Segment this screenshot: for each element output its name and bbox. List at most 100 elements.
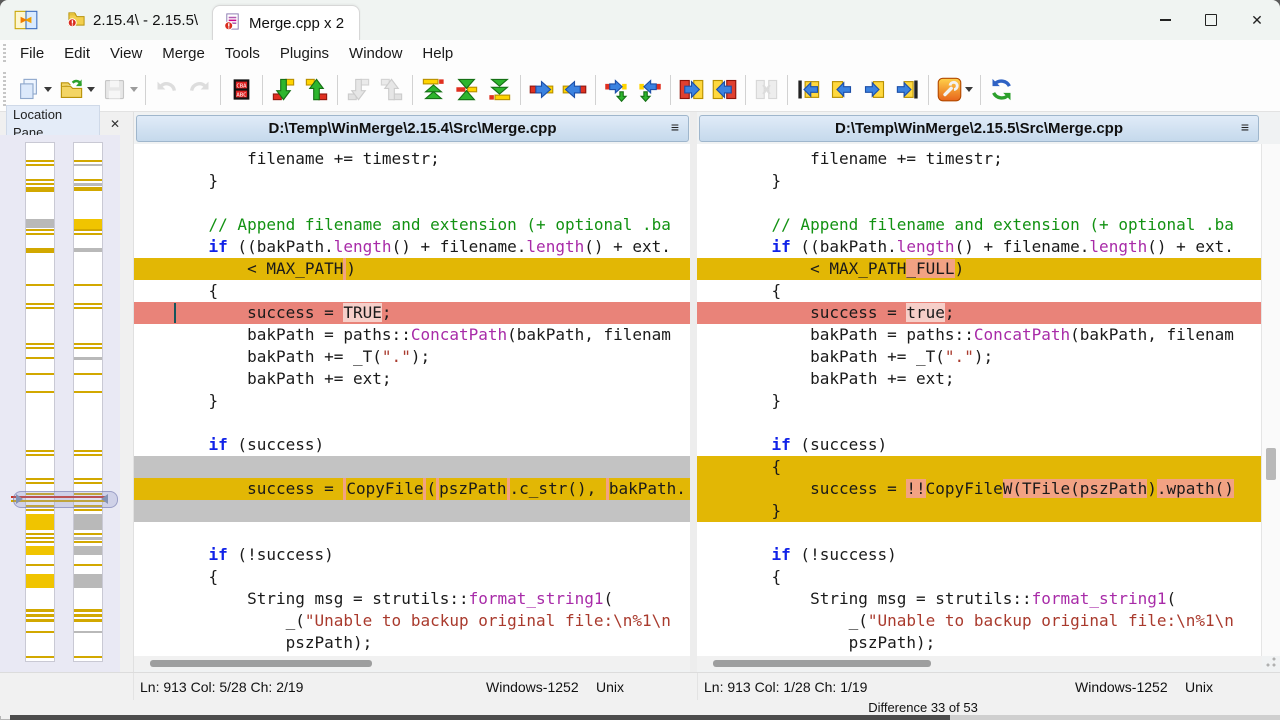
pane-splitter[interactable]: [690, 112, 697, 672]
code-line[interactable]: bakPath += _T(".");: [134, 346, 691, 368]
code-line[interactable]: [134, 192, 691, 214]
code-line[interactable]: pszPath);: [134, 632, 691, 654]
codepage-button[interactable]: CBAABC: [225, 72, 258, 108]
dropdown-arrow-icon[interactable]: [44, 87, 52, 92]
tab-file-compare[interactable]: Merge.cpp x 2: [212, 5, 360, 41]
right-code-area[interactable]: filename += timestr; } // Append filenam…: [697, 144, 1262, 656]
code-line[interactable]: < MAX_PATH): [134, 258, 691, 280]
options-button[interactable]: [933, 72, 976, 108]
right-pane-header[interactable]: D:\Temp\WinMerge\2.15.5\Src\Merge.cpp ≡: [699, 115, 1259, 142]
menu-edit[interactable]: Edit: [54, 40, 100, 68]
scrollbar-thumb[interactable]: [1266, 448, 1276, 480]
code-line[interactable]: if ((bakPath.length() + filename.length(…: [134, 236, 691, 258]
code-line[interactable]: {: [134, 566, 691, 588]
code-line[interactable]: success = true;: [697, 302, 1262, 324]
right-eol-style[interactable]: Unix: [1185, 679, 1280, 695]
code-line[interactable]: {: [697, 456, 1262, 478]
code-line[interactable]: _("Unable to backup original file:\n%1\n: [697, 610, 1262, 632]
code-line[interactable]: {: [697, 280, 1262, 302]
menu-window[interactable]: Window: [339, 40, 412, 68]
code-line[interactable]: [134, 500, 691, 522]
copy-right-button[interactable]: [525, 72, 558, 108]
right-h-scrollbar[interactable]: [697, 656, 1262, 670]
code-line[interactable]: if (success): [697, 434, 1262, 456]
location-splitter[interactable]: [120, 112, 133, 690]
code-line[interactable]: [697, 412, 1262, 434]
tab-folder-compare[interactable]: 2.15.4\ - 2.15.5\: [67, 9, 198, 32]
minimize-button[interactable]: [1142, 0, 1188, 40]
code-line[interactable]: String msg = strutils::format_string1(: [697, 588, 1262, 610]
code-line[interactable]: filename += timestr;: [134, 148, 691, 170]
code-line[interactable]: bakPath += ext;: [697, 368, 1262, 390]
code-line[interactable]: success = TRUE;: [134, 302, 691, 324]
copy-left-button[interactable]: [558, 72, 591, 108]
dropdown-arrow-icon[interactable]: [130, 87, 138, 92]
nav-right-button[interactable]: [858, 72, 891, 108]
code-line[interactable]: }: [697, 170, 1262, 192]
menu-help[interactable]: Help: [412, 40, 463, 68]
code-line[interactable]: [134, 412, 691, 434]
copy-left-advance-button[interactable]: [633, 72, 666, 108]
code-line[interactable]: [697, 192, 1262, 214]
code-line[interactable]: String msg = strutils::format_string1(: [134, 588, 691, 610]
code-line[interactable]: bakPath = paths::ConcatPath(bakPath, fil…: [134, 324, 691, 346]
right-encoding[interactable]: Windows-1252: [1075, 679, 1185, 695]
location-strip-right[interactable]: [73, 142, 103, 662]
menu-plugins[interactable]: Plugins: [270, 40, 339, 68]
menu-tools[interactable]: Tools: [215, 40, 270, 68]
menu-view[interactable]: View: [100, 40, 152, 68]
dropdown-arrow-icon[interactable]: [965, 87, 973, 92]
scrollbar-thumb[interactable]: [150, 660, 372, 667]
code-line[interactable]: }: [134, 390, 691, 412]
menubar-gripper[interactable]: [3, 44, 6, 64]
current-difference-button[interactable]: [450, 72, 483, 108]
copy-all-left-button[interactable]: [708, 72, 741, 108]
previous-difference-button[interactable]: [300, 72, 333, 108]
code-line[interactable]: [697, 522, 1262, 544]
nav-right-last-button[interactable]: [891, 72, 924, 108]
menu-file[interactable]: File: [10, 40, 54, 68]
left-eol-style[interactable]: Unix: [596, 679, 691, 695]
code-line[interactable]: success = !!CopyFileW(TFile(pszPath).wpa…: [697, 478, 1262, 500]
copy-right-advance-button[interactable]: [600, 72, 633, 108]
code-line[interactable]: if (!success): [697, 544, 1262, 566]
code-line[interactable]: bakPath = paths::ConcatPath(bakPath, fil…: [697, 324, 1262, 346]
code-line[interactable]: [134, 456, 691, 478]
left-pane-header[interactable]: D:\Temp\WinMerge\2.15.4\Src\Merge.cpp ≡: [136, 115, 689, 142]
code-line[interactable]: < MAX_PATH_FULL): [697, 258, 1262, 280]
left-pane-menu-icon[interactable]: ≡: [671, 119, 679, 135]
code-line[interactable]: if (success): [134, 434, 691, 456]
code-line[interactable]: bakPath += ext;: [134, 368, 691, 390]
left-h-scrollbar[interactable]: [134, 656, 691, 670]
code-line[interactable]: if ((bakPath.length() + filename.length(…: [697, 236, 1262, 258]
location-strip-left[interactable]: [25, 142, 55, 662]
close-button[interactable]: ✕: [1234, 0, 1280, 40]
code-line[interactable]: {: [697, 566, 1262, 588]
next-difference-button[interactable]: [267, 72, 300, 108]
code-line[interactable]: [134, 522, 691, 544]
refresh-button[interactable]: [985, 72, 1018, 108]
code-line[interactable]: }: [697, 500, 1262, 522]
nav-left-button[interactable]: [825, 72, 858, 108]
code-line[interactable]: }: [134, 170, 691, 192]
left-code-area[interactable]: filename += timestr; } // Append filenam…: [134, 144, 691, 656]
v-scrollbar[interactable]: [1261, 144, 1280, 656]
dropdown-arrow-icon[interactable]: [87, 87, 95, 92]
nav-left-first-button[interactable]: [792, 72, 825, 108]
menu-merge[interactable]: Merge: [152, 40, 215, 68]
last-difference-button[interactable]: [483, 72, 516, 108]
location-pane-close-icon[interactable]: ✕: [110, 117, 120, 131]
right-pane-menu-icon[interactable]: ≡: [1241, 119, 1249, 135]
code-line[interactable]: success = CopyFile(pszPath.c_str(), bakP…: [134, 478, 691, 500]
first-difference-button[interactable]: [417, 72, 450, 108]
new-file-button[interactable]: [12, 72, 55, 108]
copy-all-right-button[interactable]: [675, 72, 708, 108]
code-line[interactable]: }: [697, 390, 1262, 412]
left-encoding[interactable]: Windows-1252: [486, 679, 596, 695]
code-line[interactable]: // Append filename and extension (+ opti…: [134, 214, 691, 236]
code-line[interactable]: {: [134, 280, 691, 302]
code-line[interactable]: _("Unable to backup original file:\n%1\n: [134, 610, 691, 632]
code-line[interactable]: pszPath);: [697, 632, 1262, 654]
toolbar-gripper[interactable]: [3, 72, 6, 107]
code-line[interactable]: if (!success): [134, 544, 691, 566]
